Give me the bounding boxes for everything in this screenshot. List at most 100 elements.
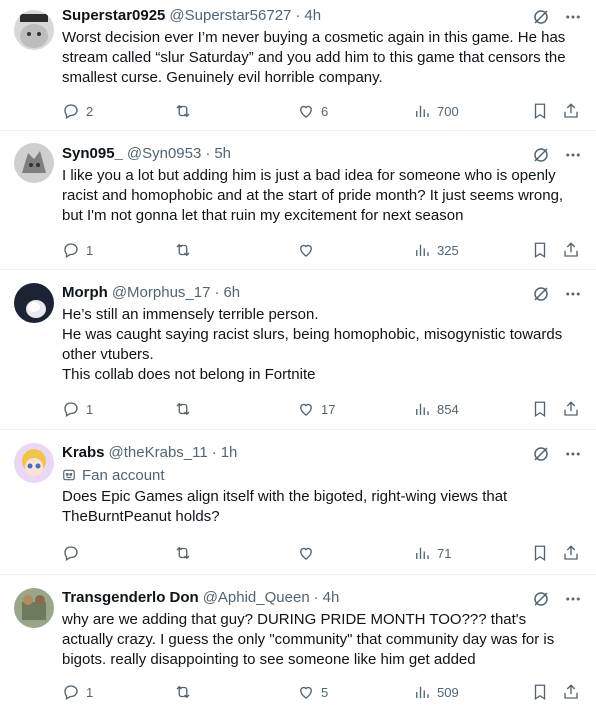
reply-button[interactable]: 1: [62, 683, 93, 701]
reply-button[interactable]: [62, 544, 86, 562]
share-icon: [564, 545, 578, 560]
separator-dot: ·: [313, 589, 319, 606]
bookmark-button[interactable]: [531, 400, 549, 418]
bookmark-button[interactable]: [531, 683, 549, 701]
reply-tweet[interactable]: Syn095_ @Syn0953 · 5h I like you a lot b…: [0, 131, 596, 270]
like-count: 17: [321, 401, 336, 417]
share-button[interactable]: [562, 102, 580, 120]
grok-icon[interactable]: [532, 285, 550, 303]
tweet-text: why are we adding that guy? DURING PRIDE…: [62, 611, 555, 668]
tweet-text: Does Epic Games align itself with the bi…: [62, 488, 508, 525]
separator-dot: ·: [205, 145, 211, 162]
view-count: 854: [437, 401, 459, 417]
avatar[interactable]: [14, 588, 54, 628]
display-name[interactable]: Superstar0925: [62, 6, 165, 26]
more-icon[interactable]: [564, 445, 582, 463]
like-button[interactable]: 5: [297, 683, 328, 701]
separator-dot: ·: [211, 444, 217, 461]
share-button[interactable]: [562, 241, 580, 259]
repost-icon: [176, 685, 190, 699]
grok-icon[interactable]: [532, 8, 550, 26]
display-name[interactable]: Syn095_: [62, 144, 123, 164]
display-name[interactable]: Krabs: [62, 443, 105, 463]
avatar[interactable]: [14, 283, 54, 323]
display-name[interactable]: Morph: [62, 283, 108, 303]
repost-button[interactable]: [174, 102, 198, 120]
reply-button[interactable]: 2: [62, 102, 93, 120]
grok-icon[interactable]: [532, 146, 550, 164]
views-button[interactable]: 71: [413, 544, 451, 562]
share-button[interactable]: [562, 544, 580, 562]
repost-button[interactable]: [174, 544, 198, 562]
avatar[interactable]: [14, 143, 54, 183]
view-count: 700: [437, 103, 459, 119]
fan-badge-icon: [63, 469, 75, 481]
tweet-text: He’s still an immensely terrible person.…: [62, 306, 563, 383]
user-handle[interactable]: @theKrabs_11: [109, 443, 208, 463]
share-icon: [564, 401, 578, 416]
views-button[interactable]: 325: [413, 241, 459, 259]
timestamp[interactable]: 4h: [323, 588, 340, 608]
views-button[interactable]: 854: [413, 400, 459, 418]
bookmark-icon: [534, 684, 546, 701]
reply-icon: [64, 402, 78, 417]
bookmark-button[interactable]: [531, 241, 549, 259]
timestamp[interactable]: 4h: [304, 6, 321, 26]
timestamp[interactable]: 1h: [221, 443, 238, 463]
timestamp[interactable]: 5h: [214, 144, 231, 164]
grok-icon[interactable]: [532, 590, 550, 608]
share-button[interactable]: [562, 400, 580, 418]
timestamp[interactable]: 6h: [223, 283, 240, 303]
like-button[interactable]: 17: [297, 400, 335, 418]
share-icon: [564, 242, 578, 257]
share-icon: [564, 684, 578, 699]
repost-button[interactable]: [174, 400, 198, 418]
views-button[interactable]: 509: [413, 683, 459, 701]
more-icon[interactable]: [564, 590, 582, 608]
avatar[interactable]: [14, 10, 54, 50]
reply-tweet[interactable]: Morph @Morphus_17 · 6h He’s still an imm…: [0, 270, 596, 430]
views-icon: [416, 686, 429, 698]
repost-icon: [176, 402, 190, 416]
user-handle[interactable]: @Superstar56727: [169, 6, 291, 26]
repost-button[interactable]: [174, 683, 198, 701]
more-icon[interactable]: [564, 8, 582, 26]
like-icon: [300, 686, 312, 699]
like-button[interactable]: 6: [297, 102, 328, 120]
reply-button[interactable]: 1: [62, 241, 93, 259]
fan-account-text: Fan account: [82, 466, 165, 484]
share-button[interactable]: [562, 683, 580, 701]
repost-icon: [176, 104, 190, 118]
bookmark-button[interactable]: [531, 544, 549, 562]
reply-button[interactable]: 1: [62, 400, 93, 418]
reply-icon: [64, 685, 78, 700]
avatar[interactable]: [14, 443, 54, 483]
more-icon[interactable]: [564, 146, 582, 164]
views-button[interactable]: 700: [413, 102, 459, 120]
grok-icon[interactable]: [532, 445, 550, 463]
like-icon: [300, 403, 312, 416]
views-icon: [416, 105, 429, 117]
display-name[interactable]: Transgenderlo Don: [62, 588, 199, 608]
views-icon: [416, 403, 429, 415]
reply-count: 2: [86, 103, 94, 119]
views-icon: [416, 244, 429, 256]
reply-tweet[interactable]: Transgenderlo Don @Aphid_Queen · 4h why …: [0, 575, 596, 713]
reply-tweet[interactable]: Superstar0925 @Superstar56727 · 4h Worst…: [0, 0, 596, 131]
user-handle[interactable]: @Aphid_Queen: [203, 588, 310, 608]
bookmark-button[interactable]: [531, 102, 549, 120]
separator-dot: ·: [214, 284, 220, 301]
more-icon[interactable]: [564, 285, 582, 303]
tweet-text: I like you a lot but adding him is just …: [62, 167, 564, 224]
like-button[interactable]: [297, 544, 321, 562]
fan-account-label: Fan account: [62, 465, 580, 485]
reply-tweet[interactable]: Krabs @theKrabs_11 · 1h Fan account Does…: [0, 430, 596, 575]
user-handle[interactable]: @Syn0953: [127, 144, 201, 164]
reply-icon: [64, 104, 78, 119]
like-button[interactable]: [297, 241, 321, 259]
repost-button[interactable]: [174, 241, 198, 259]
view-count: 509: [437, 684, 459, 700]
separator-dot: ·: [295, 7, 301, 24]
user-handle[interactable]: @Morphus_17: [112, 283, 211, 303]
reply-count: 1: [86, 242, 94, 258]
